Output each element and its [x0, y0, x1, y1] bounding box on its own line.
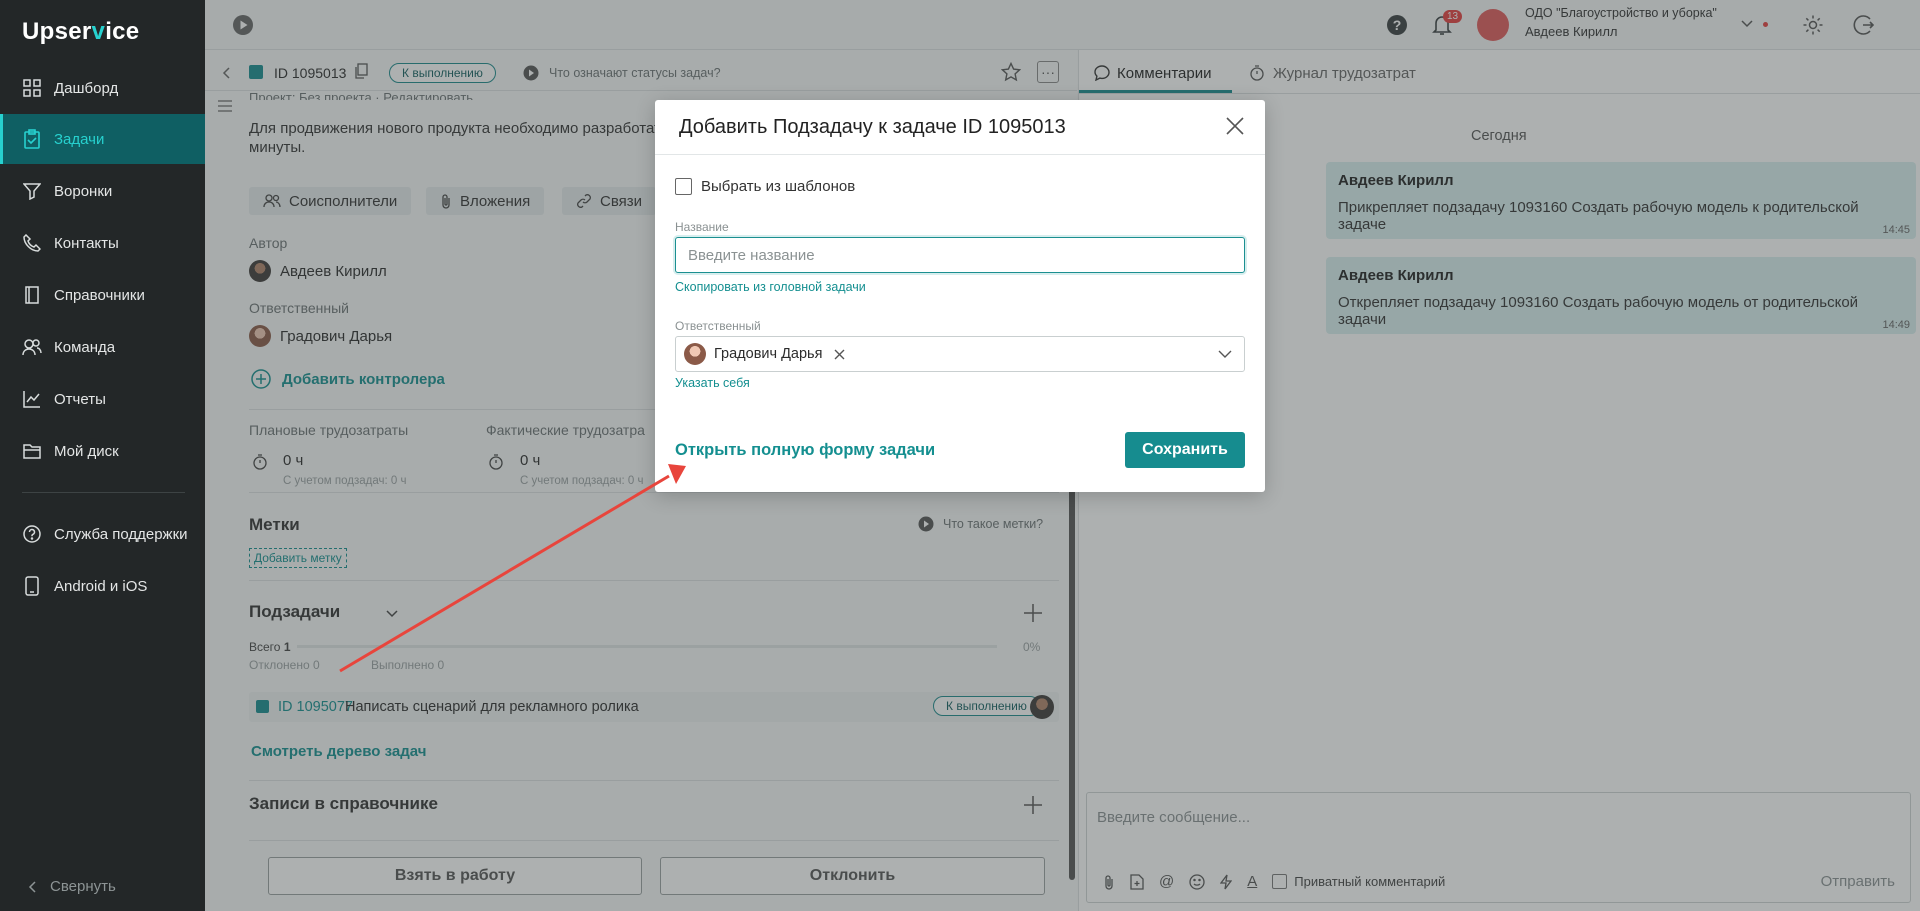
sidebar-item-mobile[interactable]: Android и iOS	[0, 561, 205, 611]
dialog-title: Добавить Подзадачу к задаче ID 1095013	[679, 116, 1066, 138]
sidebar-item-support[interactable]: Служба поддержки	[0, 509, 205, 559]
responsible-select[interactable]: Градович Дарья	[675, 336, 1245, 372]
sidebar-item-team[interactable]: Команда	[0, 322, 205, 372]
book-icon	[22, 285, 42, 305]
phone-icon	[22, 233, 42, 253]
name-field-label: Название	[675, 220, 729, 234]
close-icon[interactable]	[1225, 116, 1245, 136]
copy-from-parent-link[interactable]: Скопировать из головной задачи	[675, 280, 866, 294]
tasks-icon	[22, 129, 42, 149]
sidebar-item-contacts[interactable]: Контакты	[0, 218, 205, 268]
chart-icon	[22, 389, 42, 409]
dialog-divider	[655, 154, 1265, 155]
template-checkbox[interactable]	[675, 178, 692, 195]
responsible-field-label: Ответственный	[675, 319, 761, 333]
sidebar-item-label: Воронки	[54, 182, 113, 200]
sidebar-item-label: Контакты	[54, 234, 119, 252]
assign-self-link[interactable]: Указать себя	[675, 376, 750, 390]
sidebar-item-label: Отчеты	[54, 390, 106, 408]
sidebar-item-funnels[interactable]: Воронки	[0, 166, 205, 216]
sidebar-item-label: Задачи	[54, 130, 105, 148]
sidebar-item-label: Справочники	[54, 286, 145, 304]
mobile-icon	[22, 576, 42, 596]
sidebar-item-label: Android и iOS	[54, 577, 148, 595]
sidebar-item-tasks[interactable]: Задачи	[0, 114, 205, 164]
subtask-name-input[interactable]	[675, 237, 1245, 273]
sidebar-item-label: Команда	[54, 338, 116, 356]
remove-icon[interactable]	[834, 349, 845, 360]
responsible-selected-value: Градович Дарья	[714, 346, 823, 362]
folder-icon	[22, 441, 42, 461]
team-icon	[22, 337, 42, 357]
sidebar-item-label: Дашборд	[54, 79, 119, 97]
template-checkbox-label: Выбрать из шаблонов	[701, 178, 856, 195]
dashboard-icon	[22, 78, 42, 98]
chevron-down-icon[interactable]	[1218, 350, 1232, 358]
sidebar-item-my-disk[interactable]: Мой диск	[0, 426, 205, 476]
sidebar-item-label: Мой диск	[54, 442, 119, 460]
funnel-icon	[22, 181, 42, 201]
responsible-avatar	[684, 343, 706, 365]
sidebar: Upservice Дашборд Задачи Воронки Контакт…	[0, 0, 205, 911]
sidebar-item-directories[interactable]: Справочники	[0, 270, 205, 320]
sidebar-divider	[22, 492, 185, 493]
save-button[interactable]: Сохранить	[1125, 432, 1245, 468]
app-logo[interactable]: Upservice	[22, 18, 139, 46]
add-subtask-dialog: Добавить Подзадачу к задаче ID 1095013 В…	[655, 100, 1265, 492]
chevron-left-icon	[28, 880, 36, 893]
help-icon	[22, 524, 42, 544]
open-full-form-link[interactable]: Открыть полную форму задачи	[675, 441, 935, 460]
sidebar-item-dashboard[interactable]: Дашборд	[0, 63, 205, 113]
collapse-sidebar-button[interactable]: Свернуть	[28, 878, 116, 895]
sidebar-item-reports[interactable]: Отчеты	[0, 374, 205, 424]
sidebar-item-label: Служба поддержки	[54, 525, 188, 543]
